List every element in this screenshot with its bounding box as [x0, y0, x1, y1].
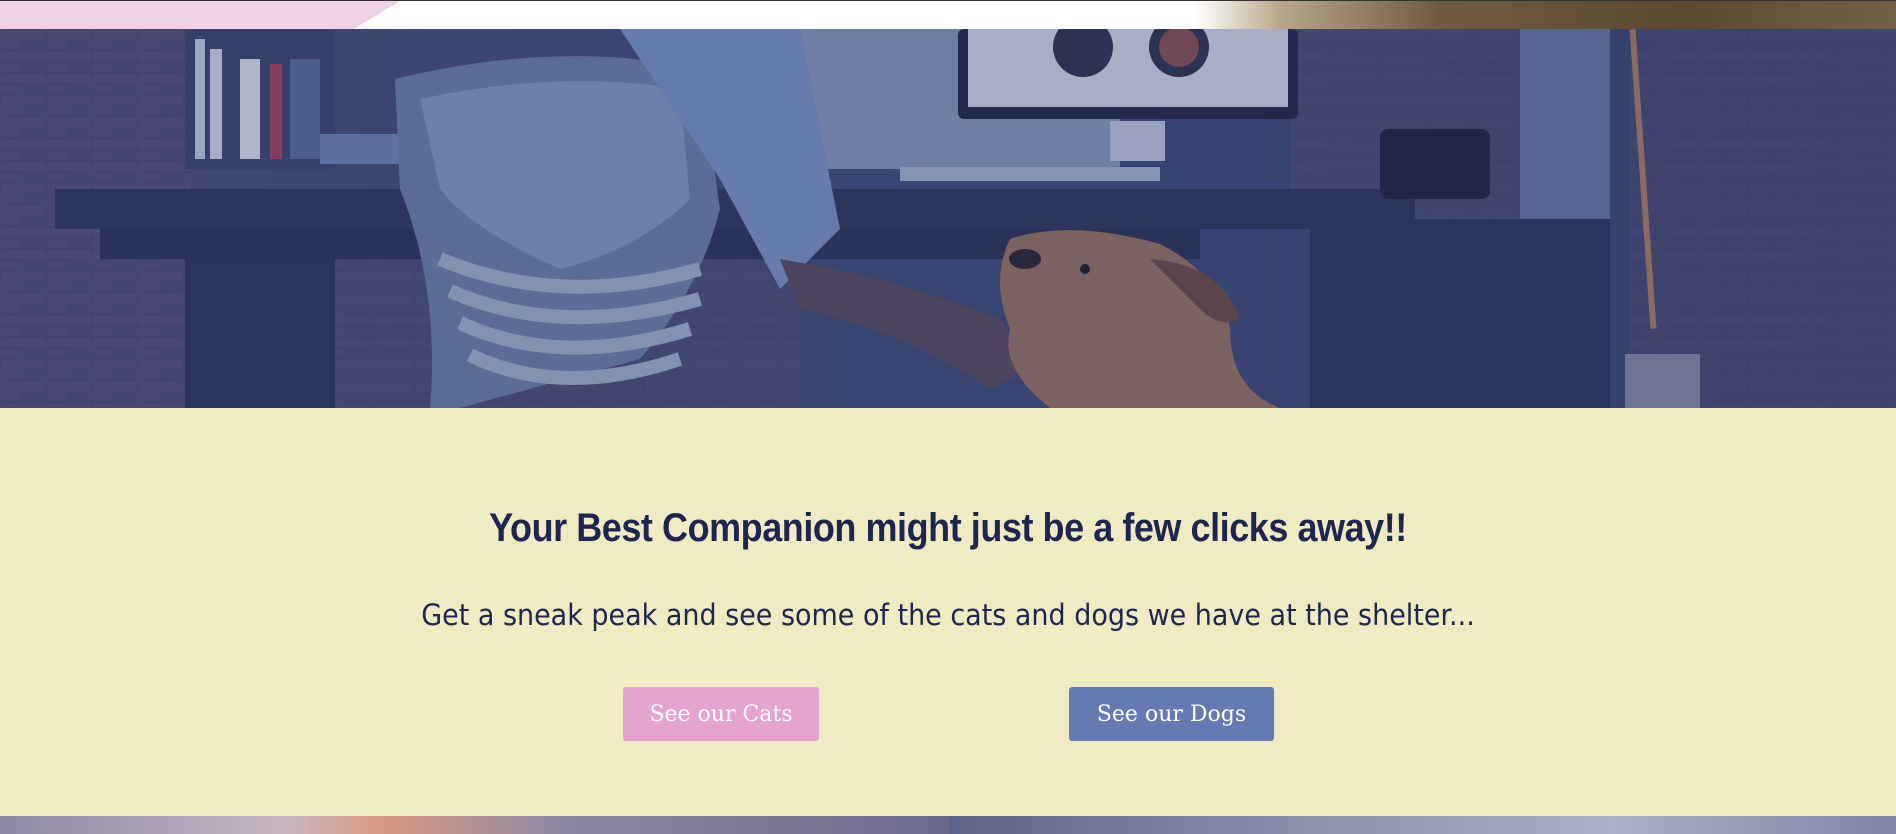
hero-image [0, 29, 1896, 408]
see-dogs-button[interactable]: See our Dogs [1069, 687, 1274, 741]
bottom-image-strip [0, 816, 1896, 834]
bottom-strip-dog-photo [949, 816, 1896, 834]
cta-headline: Your Best Companion might just be a few … [489, 506, 1407, 550]
top-strip-wood-photo [1196, 1, 1896, 29]
top-image-strip [0, 0, 1896, 29]
top-strip-pink-shape [0, 1, 400, 29]
cta-subline: Get a sneak peak and see some of the cat… [421, 598, 1475, 632]
cta-section: Your Best Companion might just be a few … [0, 408, 1896, 816]
hero-photo-icon [0, 29, 1896, 408]
see-cats-button[interactable]: See our Cats [623, 687, 819, 741]
bottom-strip-cat-photo [0, 816, 949, 834]
